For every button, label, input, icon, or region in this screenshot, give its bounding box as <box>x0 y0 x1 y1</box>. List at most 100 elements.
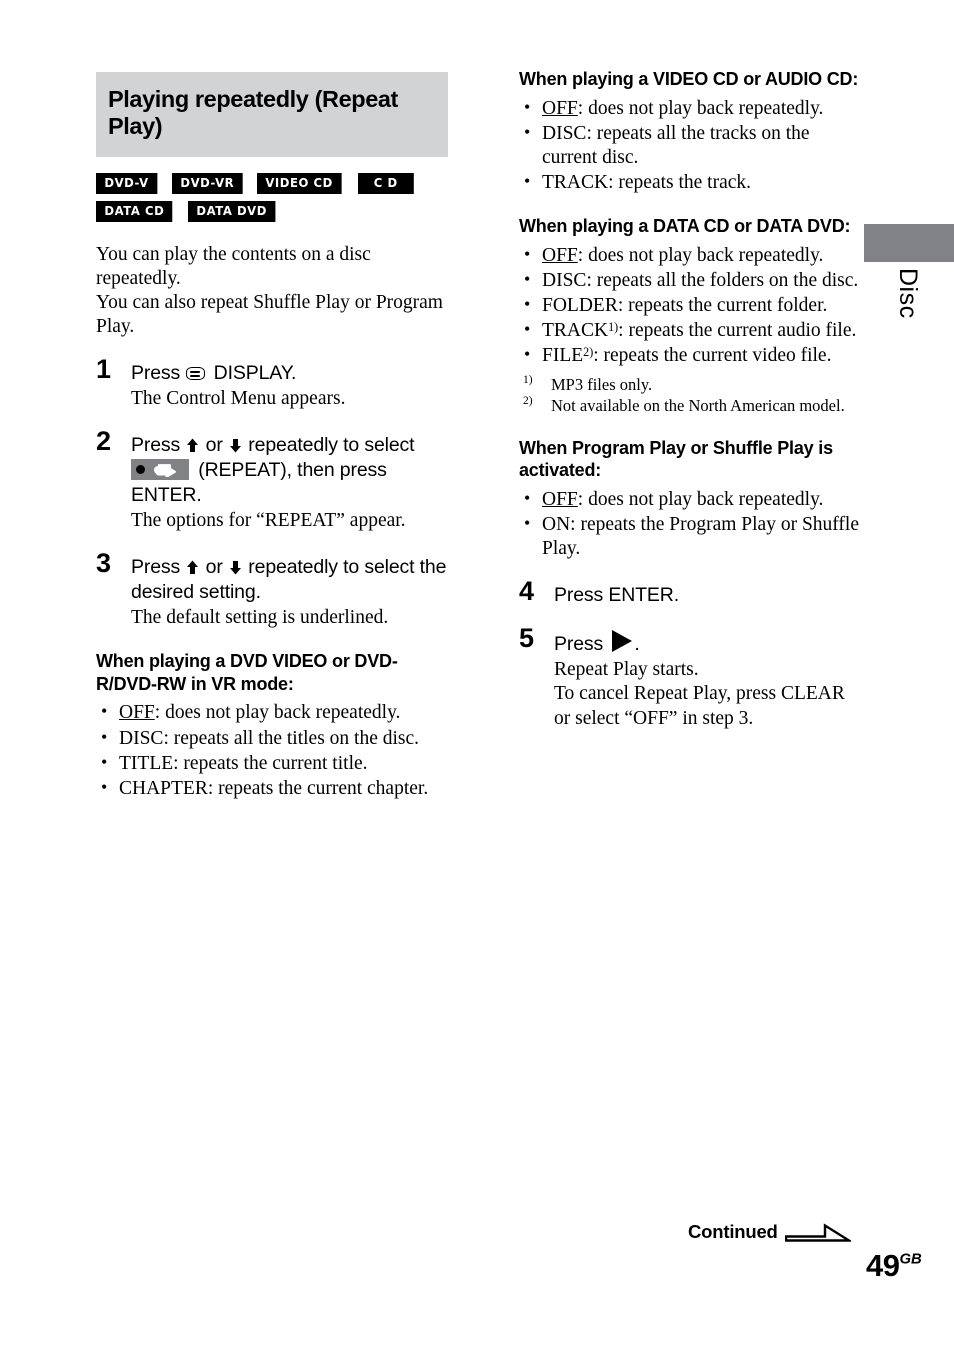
right-column: When playing a VIDEO CD or AUDIO CD: OFF… <box>519 68 859 731</box>
page-title: Playing repeatedly (Repeat Play) <box>108 86 398 140</box>
option-list-video-cd: OFF: does not play back repeatedly. DISC… <box>519 95 859 196</box>
option-name: TRACK <box>542 320 609 342</box>
step-2-text-b: or <box>205 434 223 457</box>
side-tab-label: Disc <box>894 268 922 319</box>
disc-badge-cd: C D <box>358 172 414 194</box>
step-4: 4 Press ENTER. <box>519 578 859 608</box>
section-header-bar: Playing repeatedly (Repeat Play) <box>96 72 448 157</box>
step-5-instruction: Press . <box>554 630 859 657</box>
down-arrow-icon <box>230 439 241 453</box>
disc-badge-dvd-v: DVD-V <box>96 172 158 194</box>
page-number: 49GB <box>866 1248 922 1284</box>
step-2: 2 Press or repeatedly to select (REPEAT)… <box>96 428 452 533</box>
step-2-number: 2 <box>96 426 112 457</box>
intro-line-1: You can play the contents on a disc repe… <box>96 244 371 290</box>
option-text: : does not play back repeatedly. <box>154 702 401 724</box>
step-2-description-text: The options for “REPEAT” appear. <box>131 510 406 532</box>
step-5-text-after: . <box>634 633 640 656</box>
step-2-instruction: Press or repeatedly to select (REPEAT), … <box>131 433 452 508</box>
step-1-text-before: Press <box>131 362 181 385</box>
footnote-ref: 1) <box>608 320 619 335</box>
footnote-text: Not available on the North American mode… <box>551 396 845 416</box>
option-text: : repeats the current video file. <box>593 345 832 367</box>
step-1-number: 1 <box>96 354 112 385</box>
page-number-value: 49 <box>866 1248 900 1283</box>
disc-badge-data-dvd: DATA DVD <box>188 200 276 223</box>
step-1: 1 Press DISPLAY. The Control Menu appear… <box>96 356 452 411</box>
option-item: DISC: repeats all the folders on the dis… <box>519 268 859 293</box>
manual-page: Playing repeatedly (Repeat Play) DVD-V D… <box>0 0 954 1357</box>
option-text: : repeats all the titles on the disc. <box>163 727 420 749</box>
footnote-item: 1) MP3 files only. <box>519 374 859 396</box>
step-1-description-text: The Control Menu appears. <box>131 388 346 410</box>
step-5: 5 Press . Repeat Play starts. To cancel … <box>519 625 859 730</box>
footnote-list: 1) MP3 files only. 2) Not available on the… <box>519 374 859 417</box>
option-text: : repeats the current chapter. <box>207 777 429 799</box>
option-list-data-cd: OFF: does not play back repeatedly. DISC… <box>519 243 859 369</box>
step-2-text-a: Press <box>131 434 181 457</box>
option-item: DISC: repeats all the tracks on the curr… <box>519 121 859 170</box>
option-text: : repeats the current title. <box>173 752 368 774</box>
step-4-number: 4 <box>519 576 535 607</box>
intro-line-2: You can also repeat Shuffle Play or Prog… <box>96 292 443 338</box>
step-3-description-text: The default setting is underlined. <box>131 607 389 629</box>
up-arrow-icon <box>187 560 199 575</box>
disc-badge-video-cd: VIDEO CD <box>257 172 342 194</box>
step-1-description: The Control Menu appears. <box>131 387 452 411</box>
option-text: : repeats all the folders on the disc. <box>586 269 859 291</box>
option-text: : does not play back repeatedly. <box>577 97 824 119</box>
step-1-instruction: Press DISPLAY. <box>131 361 452 386</box>
option-name: OFF <box>119 702 155 724</box>
option-name: CHAPTER <box>119 777 208 799</box>
option-text: : repeats the track. <box>608 172 752 194</box>
option-item: OFF: does not play back repeatedly. <box>96 700 452 725</box>
option-name: ON <box>542 513 571 535</box>
option-group-heading-dvd-video: When playing a DVD VIDEO or DVD-R/DVD-RW… <box>96 651 398 694</box>
option-name: DISC <box>542 269 587 291</box>
disc-badge-dvd-vr: DVD-VR <box>171 172 243 194</box>
footnote-ref: 2) <box>583 345 594 360</box>
option-list-dvd-video: OFF: does not play back repeatedly. DISC… <box>96 700 452 801</box>
option-item: FOLDER: repeats the current folder. <box>519 293 859 318</box>
step-2-text-c: repeatedly to select <box>248 434 415 457</box>
footnote-text: MP3 files only. <box>551 374 653 394</box>
option-text: : repeats the current audio file. <box>618 320 857 342</box>
step-5-description-line-2: To cancel Repeat Play, press CLEAR or se… <box>554 683 845 729</box>
step-3-description: The default setting is underlined. <box>131 606 452 630</box>
play-icon <box>612 630 633 653</box>
step-5-description-line-1: Repeat Play starts. <box>554 659 699 681</box>
disc-badge-data-cd: DATA CD <box>96 200 173 223</box>
arrow-right-outline-icon <box>784 1223 851 1242</box>
option-item: OFF: does not play back repeatedly. <box>519 243 859 268</box>
step-2-description: The options for “REPEAT” appear. <box>131 509 452 533</box>
option-item: TITLE: repeats the current title. <box>96 751 452 776</box>
option-name: FOLDER <box>542 295 618 317</box>
option-text: : repeats the current folder. <box>617 295 828 317</box>
step-3-instruction: Press or repeatedly to select the desire… <box>131 555 452 605</box>
option-item: FILE2): repeats the current video file. <box>519 343 859 368</box>
step-3-text-b: or <box>205 556 223 579</box>
option-name: DISC <box>119 727 164 749</box>
footnote-marker: 2) <box>523 395 533 408</box>
option-item: OFF: does not play back repeatedly. <box>519 95 859 121</box>
option-text: : does not play back repeatedly. <box>577 244 824 266</box>
page-number-suffix: GB <box>899 1251 922 1268</box>
option-name: FILE <box>542 345 584 367</box>
option-item: OFF: does not play back repeatedly. <box>519 487 859 512</box>
option-item: DISC: repeats all the titles on the disc… <box>96 726 452 751</box>
option-name: TITLE <box>119 752 174 774</box>
option-item: TRACK: repeats the track. <box>519 170 859 195</box>
option-item: TRACK1): repeats the current audio file. <box>519 318 859 343</box>
left-column: Playing repeatedly (Repeat Play) DVD-V D… <box>96 72 452 802</box>
intro-paragraph: You can play the contents on a disc repe… <box>96 243 452 339</box>
repeat-icon <box>131 459 189 481</box>
option-text: : repeats the Program Play or Shuffle Pl… <box>542 513 859 560</box>
step-3-number: 3 <box>96 548 112 579</box>
option-item: CHAPTER: repeats the current chapter. <box>96 776 452 801</box>
option-group-heading-program-shuffle: When Program Play or Shuffle Play is act… <box>519 437 833 481</box>
option-name: OFF <box>542 488 578 510</box>
option-name: OFF <box>542 244 578 266</box>
step-3: 3 Press or repeatedly to select the desi… <box>96 550 452 630</box>
display-icon <box>186 367 206 381</box>
step-3-text-a: Press <box>131 556 181 579</box>
